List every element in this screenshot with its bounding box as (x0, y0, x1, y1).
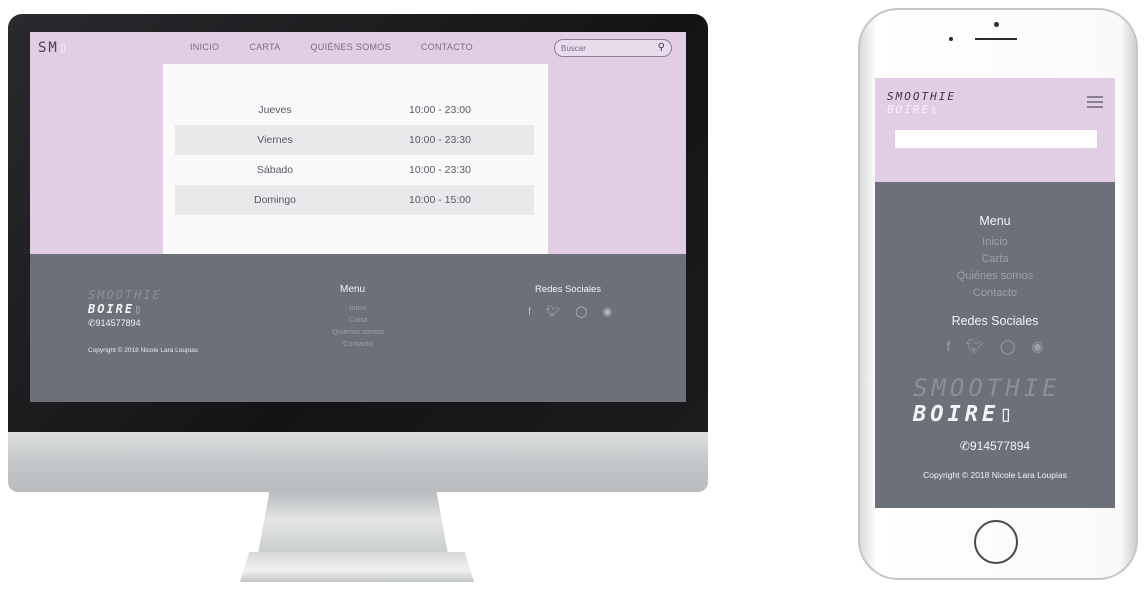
home-button[interactable] (974, 520, 1018, 564)
pinterest-icon[interactable]: ◉ (603, 306, 613, 318)
footer-logo-line1: SMOOTHIE (88, 288, 162, 302)
footer-menu-item[interactable]: Carta (318, 314, 398, 326)
footer-menu: Inicio Carta Quiénes somos Contacto (318, 302, 398, 350)
hours-day: Domingo (253, 194, 297, 206)
instagram-icon[interactable]: ◯ (1000, 338, 1016, 354)
mobile-menu-item[interactable]: Inicio (875, 234, 1115, 251)
hours-day: Viernes (257, 134, 293, 146)
mobile-social-title: Redes Sociales (951, 314, 1039, 328)
footer-menu-item[interactable]: Quiénes somos (318, 326, 398, 338)
mobile-social-icons: f 🐦︎ ◯ ◉ (875, 338, 1115, 355)
instagram-icon[interactable]: ◯ (575, 306, 587, 318)
footer-menu-item[interactable]: Contacto (318, 338, 398, 350)
mobile-header: SMOOTHIE BOIRE▯ (875, 78, 1115, 182)
nav-item-contacto[interactable]: CONTACTO (421, 42, 473, 52)
hours-time: 10:00 - 23:00 (409, 104, 471, 116)
top-navbar: SM▯ INICIO CARTA QUIÉNES SOMOS CONTACTO … (30, 32, 686, 64)
search-placeholder: Buscar (561, 43, 586, 53)
site-logo[interactable]: SM▯ (38, 40, 69, 56)
mobile-big-logo-line2: BOIRE▯ (913, 402, 1017, 427)
mobile-logo-line1[interactable]: SMOOTHIE (887, 90, 956, 103)
cup-icon: ▯ (58, 40, 70, 56)
hours-time: 10:00 - 23:30 (409, 164, 471, 176)
speaker-icon (975, 38, 1017, 40)
footer-menu-item[interactable]: Inicio (318, 302, 398, 314)
mobile-menu-item[interactable]: Carta (875, 251, 1115, 268)
mobile-big-logo-line1: SMOOTHIE (913, 374, 1061, 402)
cup-icon: ▯ (930, 103, 939, 116)
phone-frame: SMOOTHIE BOIRE▯ Menu Inicio Carta Quiéne… (858, 8, 1138, 580)
hours-card: Jueves 10:00 - 23:00 Viernes 10:00 - 23:… (163, 64, 548, 254)
desktop-screen: Jueves 10:00 - 23:00 Viernes 10:00 - 23:… (30, 32, 686, 402)
nav-item-carta[interactable]: CARTA (249, 42, 280, 52)
footer-social-title: Redes Sociales (535, 284, 602, 295)
nav-item-inicio[interactable]: INICIO (190, 42, 219, 52)
phone-icon: ✆ (959, 439, 970, 453)
footer-copyright: Copyright © 2018 Nicole Lara Loupias (88, 347, 198, 354)
hours-row: Domingo 10:00 - 15:00 (175, 185, 534, 215)
search-icon[interactable]: ⚲ (658, 42, 665, 53)
twitter-icon[interactable]: 🐦︎ (966, 338, 984, 354)
hours-row: Viernes 10:00 - 23:30 (175, 125, 534, 155)
hours-section: Jueves 10:00 - 23:00 Viernes 10:00 - 23:… (30, 64, 686, 286)
mobile-screen: SMOOTHIE BOIRE▯ Menu Inicio Carta Quiéne… (875, 78, 1115, 508)
footer-logo-line2: BOIRE▯ (88, 302, 144, 316)
pinterest-icon[interactable]: ◉ (1031, 338, 1043, 354)
search-input[interactable]: Buscar ⚲ (554, 39, 672, 57)
hours-day: Sábado (256, 164, 294, 176)
main-nav: INICIO CARTA QUIÉNES SOMOS CONTACTO (190, 42, 503, 52)
camera-icon (994, 22, 999, 27)
mobile-copyright: Copyright © 2018 Nicole Lara Loupias (923, 470, 1067, 480)
footer-menu-title: Menu (340, 284, 366, 295)
footer-social-icons: f 🐦︎ ◯ ◉ (528, 305, 624, 318)
mobile-phone: ✆914577894 (959, 439, 1031, 453)
facebook-icon[interactable]: f (528, 306, 531, 318)
hours-day: Jueves (258, 104, 292, 116)
mobile-menu-title: Menu (979, 214, 1011, 228)
mobile-menu-item[interactable]: Quiénes somos (875, 268, 1115, 285)
nav-item-quienes-somos[interactable]: QUIÉNES SOMOS (310, 42, 390, 52)
facebook-icon[interactable]: f (946, 338, 950, 354)
mobile-footer-menu: Inicio Carta Quiénes somos Contacto (875, 234, 1115, 302)
hours-time: 10:00 - 23:30 (409, 134, 471, 146)
sensor-icon (949, 37, 953, 41)
monitor-chin (8, 432, 708, 492)
twitter-icon[interactable]: 🐦︎ (546, 306, 560, 318)
hamburger-menu-icon[interactable] (1087, 96, 1103, 108)
hours-row: Sábado 10:00 - 23:30 (175, 155, 534, 185)
cup-icon: ▯ (134, 302, 144, 316)
cup-icon: ▯ (999, 402, 1017, 427)
footer-phone: ✆914577894 (88, 318, 141, 328)
monitor-base (240, 552, 474, 582)
hours-time: 10:00 - 15:00 (409, 194, 471, 206)
desktop-footer: SMOOTHIE BOIRE▯ ✆914577894 Copyright © 2… (30, 254, 686, 402)
mobile-logo-line2[interactable]: BOIRE▯ (887, 103, 939, 116)
mobile-menu-item[interactable]: Contacto (875, 285, 1115, 302)
hours-row: Jueves 10:00 - 23:00 (175, 95, 534, 125)
monitor-stand (258, 492, 448, 554)
mobile-search-input[interactable] (895, 130, 1097, 148)
phone-icon: ✆ (88, 318, 96, 328)
